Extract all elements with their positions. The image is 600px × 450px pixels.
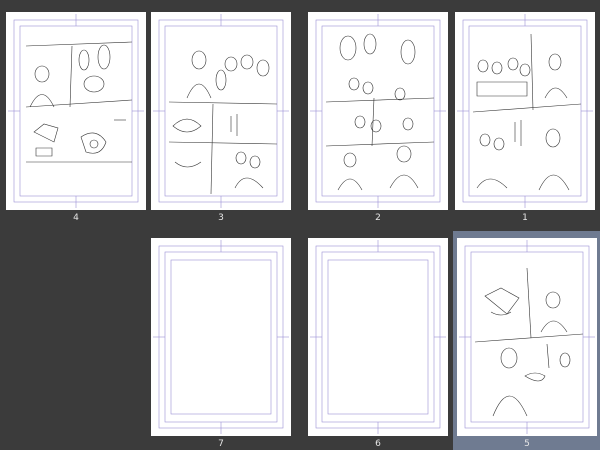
page-1-sketch bbox=[457, 14, 593, 208]
page-thumbnail-4[interactable] bbox=[6, 12, 146, 210]
spread-pages-6-5: 6 5 bbox=[300, 226, 600, 450]
page-2-sketch bbox=[310, 14, 446, 208]
page-number-label: 3 bbox=[218, 213, 224, 223]
page-thumbnail-7[interactable] bbox=[151, 238, 291, 436]
page-7-blank bbox=[153, 240, 289, 434]
page-number-label: 1 bbox=[522, 213, 528, 223]
page-4-sketch bbox=[8, 14, 144, 208]
spread-pages-2-1: 2 1 bbox=[300, 0, 600, 226]
page-thumbnail-1[interactable] bbox=[455, 12, 595, 210]
spread-page-7: 7 bbox=[0, 226, 300, 450]
page-number-label: 7 bbox=[218, 439, 224, 449]
page-thumbnail-2[interactable] bbox=[308, 12, 448, 210]
page-number-label: 2 bbox=[375, 213, 381, 223]
page-6-blank bbox=[310, 240, 446, 434]
page-thumbnail-3[interactable] bbox=[151, 12, 291, 210]
page-number-label: 6 bbox=[375, 439, 381, 449]
page-thumbnail-6[interactable] bbox=[308, 238, 448, 436]
page-thumbnail-5[interactable] bbox=[457, 238, 597, 436]
page-number-label: 4 bbox=[73, 213, 79, 223]
page-5-sketch bbox=[459, 240, 595, 434]
page-3-sketch bbox=[153, 14, 289, 208]
page-number-label: 5 bbox=[524, 439, 530, 449]
spread-pages-4-3: 4 3 bbox=[0, 0, 300, 226]
